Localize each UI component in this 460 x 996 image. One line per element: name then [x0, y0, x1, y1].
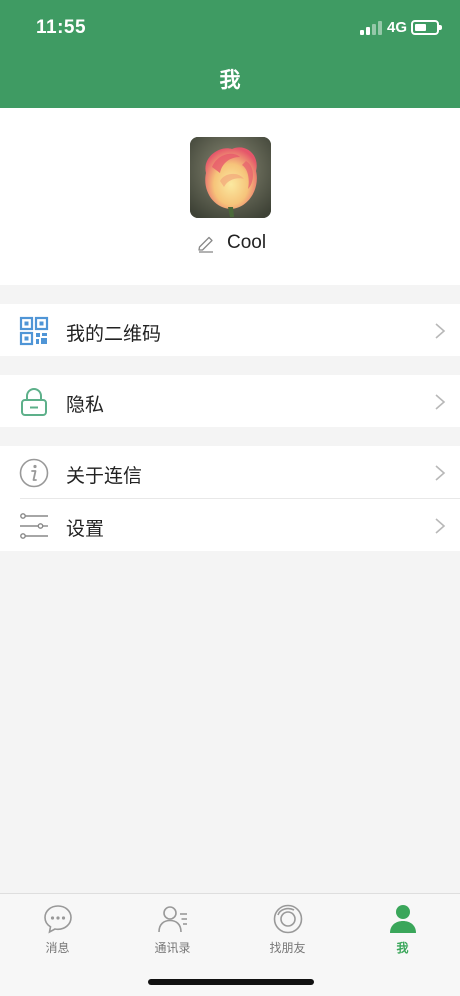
avatar[interactable] — [190, 137, 271, 218]
discover-icon — [273, 904, 303, 934]
page-title: 我 — [219, 69, 241, 92]
name-row[interactable]: Cool — [0, 232, 460, 256]
tab-messages[interactable]: 消息 — [0, 894, 115, 964]
menu-item-privacy[interactable]: 隐私 — [0, 375, 460, 427]
top-header: 11:55 4G 我 — [0, 0, 460, 108]
lock-icon — [21, 388, 47, 416]
profile-section: Cool — [0, 108, 460, 285]
menu-group-qrcode: 我的二维码 — [0, 304, 460, 356]
username: Cool — [227, 232, 267, 253]
menu-label-privacy: 隐私 — [66, 395, 105, 416]
chat-bubble-icon — [44, 905, 72, 934]
status-time: 11:55 — [36, 17, 87, 38]
network-type: 4G — [387, 19, 408, 36]
tab-contacts[interactable]: 通讯录 — [115, 894, 230, 964]
info-icon — [19, 458, 49, 488]
menu-label-about: 关于连信 — [66, 466, 143, 487]
tab-label-me: 我 — [396, 941, 409, 955]
menu-item-about[interactable]: 关于连信 — [0, 446, 460, 498]
tab-me[interactable]: 我 — [345, 894, 460, 964]
tab-discover[interactable]: 找朋友 — [230, 894, 345, 964]
qr-code-icon — [19, 316, 49, 346]
menu-item-settings[interactable]: 设置 — [0, 499, 460, 551]
chevron-right-icon — [435, 465, 446, 481]
status-bar: 11:55 4G — [0, 0, 460, 56]
menu-group-about-settings: 关于连信 设置 — [0, 446, 460, 551]
tab-label-messages: 消息 — [45, 941, 70, 955]
contacts-icon — [158, 906, 187, 933]
pencil-icon[interactable] — [196, 234, 216, 254]
battery-icon — [411, 20, 442, 35]
menu-label-qrcode: 我的二维码 — [66, 324, 162, 345]
chevron-right-icon — [435, 518, 446, 534]
home-indicator — [148, 979, 314, 985]
sliders-icon — [20, 513, 48, 539]
chevron-right-icon — [435, 394, 446, 410]
signal-icon — [360, 21, 382, 35]
menu-label-settings: 设置 — [66, 519, 105, 540]
chevron-right-icon — [435, 323, 446, 339]
tab-label-contacts: 通讯录 — [154, 941, 191, 955]
menu-group-privacy: 隐私 — [0, 375, 460, 427]
person-icon — [390, 905, 416, 933]
tab-label-discover: 找朋友 — [269, 941, 306, 955]
menu-item-qrcode[interactable]: 我的二维码 — [0, 304, 460, 356]
